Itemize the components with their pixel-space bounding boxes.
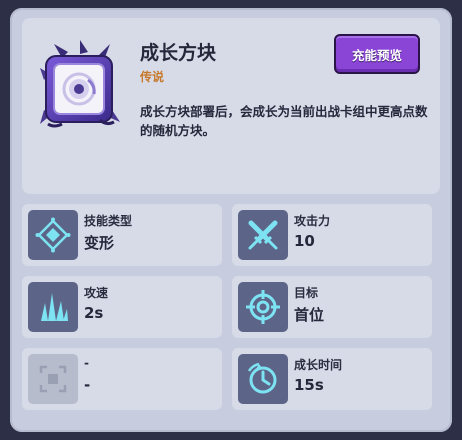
stat-value: 首位 <box>294 306 325 324</box>
stat-skill-type: 技能类型 变形 <box>22 204 222 266</box>
empty-slot-icon <box>28 354 78 404</box>
stat-value: 2s <box>84 304 104 322</box>
stat-value: 15s <box>294 376 324 394</box>
stat-value: 10 <box>294 232 315 250</box>
stat-value: 变形 <box>84 234 115 252</box>
stat-label: 攻击力 <box>294 214 331 228</box>
stat-target: 目标 首位 <box>232 276 432 338</box>
clock-growth-icon <box>238 354 288 404</box>
card-description: 成长方块部署后，会成长为当前出战卡组中更高点数的随机方块。 <box>140 104 428 138</box>
attack-speed-spikes-icon <box>28 282 78 332</box>
crossed-swords-icon <box>238 210 288 260</box>
crosshair-target-icon <box>238 282 288 332</box>
stat-label: 技能类型 <box>84 214 133 228</box>
stat-empty: - - <box>22 348 222 410</box>
stat-label: 攻速 <box>84 286 109 300</box>
card-header: 成长方块 传说 成长方块部署后，会成长为当前出战卡组中更高点数的随机方块。 充能… <box>22 18 440 194</box>
transform-diamond-icon <box>28 210 78 260</box>
card-title: 成长方块 <box>140 42 217 64</box>
stat-attack-speed: 攻速 2s <box>22 276 222 338</box>
stat-label: 成长时间 <box>294 358 343 372</box>
card-info-panel: 成长方块 传说 成长方块部署后，会成长为当前出战卡组中更高点数的随机方块。 充能… <box>10 8 452 432</box>
dragon-dice-icon <box>40 40 120 128</box>
stat-label: - <box>84 356 89 370</box>
charge-preview-button[interactable]: 充能预览 <box>334 34 420 74</box>
stat-value: - <box>84 376 91 394</box>
stat-label: 目标 <box>294 286 319 300</box>
stat-attack: 攻击力 10 <box>232 204 432 266</box>
stat-growth-time: 成长时间 15s <box>232 348 432 410</box>
rarity-label: 传说 <box>140 70 165 84</box>
card-portrait <box>40 40 120 130</box>
